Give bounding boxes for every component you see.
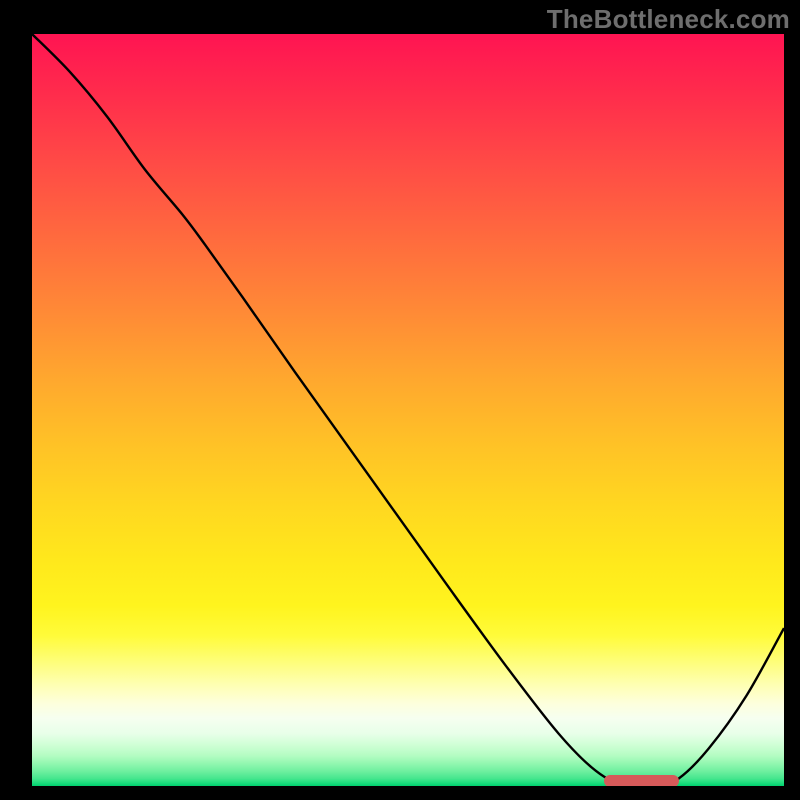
curve-path xyxy=(32,34,784,786)
chart-frame: TheBottleneck.com xyxy=(0,0,800,800)
optimal-range-marker xyxy=(604,775,679,786)
watermark-text: TheBottleneck.com xyxy=(547,4,790,35)
bottleneck-curve xyxy=(32,34,784,786)
plot-area xyxy=(32,34,784,786)
